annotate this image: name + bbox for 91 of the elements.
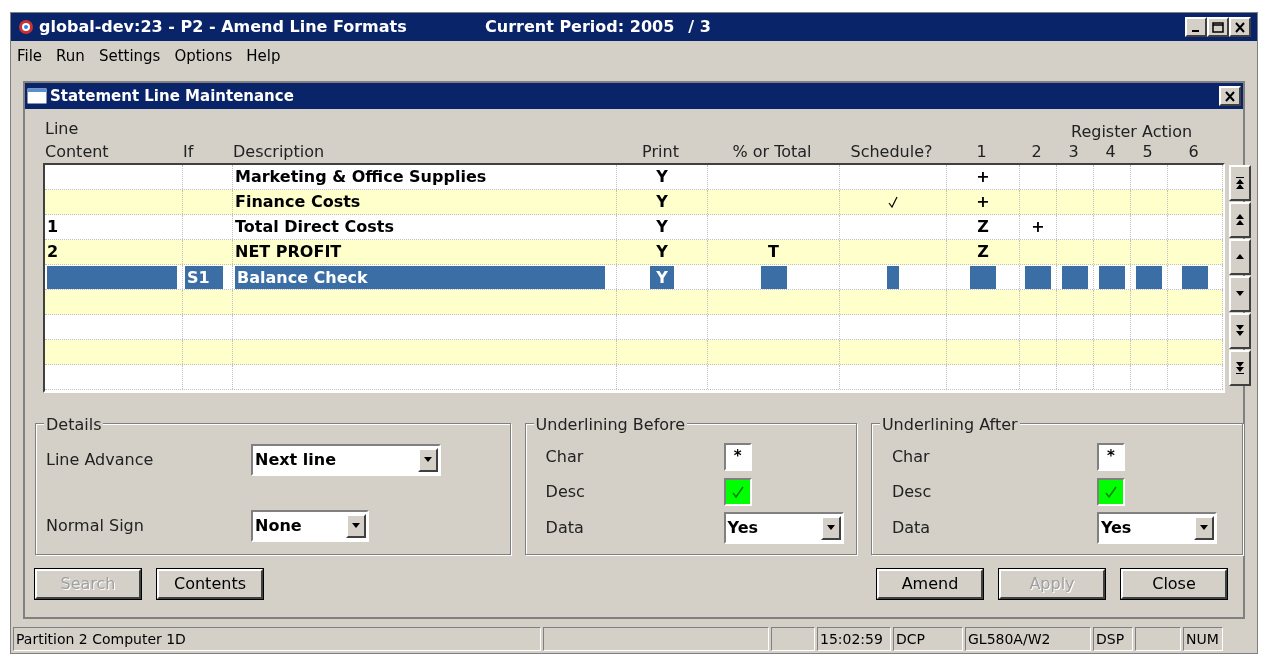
table-cell-text: Y: [656, 191, 668, 213]
menu-item[interactable]: Run: [56, 44, 85, 68]
column-header: 1: [976, 141, 987, 163]
table-cell-text: Total Direct Costs: [235, 216, 394, 238]
dialog-title: Statement Line Maintenance: [50, 85, 294, 107]
table-cell-text: T: [768, 241, 779, 263]
maximize-icon[interactable]: [1207, 17, 1229, 37]
column-header: Description: [233, 141, 325, 163]
dropdown-field[interactable]: Next line: [251, 444, 441, 476]
table-cell-text: 1: [47, 216, 59, 238]
dialog-button[interactable]: Close: [1121, 569, 1227, 599]
table-cell-text: Y: [656, 241, 668, 263]
char-field[interactable]: *: [723, 443, 752, 471]
table-cell: S1: [185, 265, 223, 289]
table-cell-text: +: [1031, 216, 1045, 238]
field-label: Data: [891, 517, 932, 539]
table-cell-text: Marketing & Office Supplies: [235, 166, 487, 188]
table-cell-text: Y: [656, 216, 668, 238]
window-icon: [27, 88, 47, 104]
column-group-header: Register Action: [1071, 121, 1193, 143]
field-label: Desc: [545, 481, 586, 503]
cell-highlight: [1182, 265, 1208, 289]
status-pane: [771, 627, 815, 651]
menu-item[interactable]: Help: [246, 44, 281, 68]
cell-highlight: [1062, 265, 1088, 289]
column-header: 5: [1142, 141, 1153, 163]
cell-highlight: [1025, 265, 1051, 289]
table-cell: Balance Check: [235, 265, 605, 289]
close-icon[interactable]: [1219, 86, 1241, 106]
scroll-down-icon[interactable]: [1229, 276, 1251, 312]
table-cell-text: +: [976, 166, 990, 188]
status-pane: DCP: [893, 627, 963, 651]
checkbox[interactable]: [1096, 478, 1125, 506]
field-label: Normal Sign: [46, 515, 145, 537]
dropdown-field[interactable]: None: [251, 510, 369, 542]
column-header: If: [183, 141, 194, 163]
status-pane: [1135, 627, 1181, 651]
menu-item[interactable]: Options: [174, 44, 233, 68]
table-cell-text: +: [976, 191, 990, 213]
column-header: 6: [1188, 141, 1199, 163]
column-header: 4: [1105, 141, 1116, 163]
close-icon[interactable]: [1229, 17, 1251, 37]
field-label: Char: [545, 446, 585, 468]
column-header: Line: [45, 118, 79, 140]
page-up-icon[interactable]: [1229, 202, 1251, 238]
dropdown-field[interactable]: Yes: [723, 512, 844, 544]
table-cell-text: 2: [47, 241, 59, 263]
menu-item[interactable]: Settings: [98, 44, 161, 68]
table-cell: Y: [650, 265, 674, 289]
status-pane: 15:02:59: [817, 627, 891, 651]
check-icon: [1103, 485, 1118, 499]
app-logo-icon: [17, 18, 35, 36]
minimize-icon[interactable]: [1185, 17, 1207, 37]
column-header: 3: [1068, 141, 1079, 163]
status-pane: NUM: [1183, 627, 1223, 651]
status-pane: GL580A/W2: [965, 627, 1091, 651]
status-pane: Partition 2 Computer 1D: [13, 627, 541, 651]
column-header: Content: [45, 141, 109, 163]
cell-highlight: [1099, 265, 1125, 289]
period-label: Current Period: 2005: [485, 16, 675, 38]
column-header: % or Total: [732, 141, 812, 163]
check-icon: [730, 485, 745, 499]
cell-highlight: [760, 265, 787, 289]
period-suffix: / 3: [688, 16, 711, 38]
window-title: global-dev:23 - P2 - Amend Line Formats: [39, 16, 408, 38]
table-cell-text: Y: [656, 166, 668, 188]
dialog-button[interactable]: Amend: [877, 569, 983, 599]
dialog-button[interactable]: Contents: [157, 569, 263, 599]
scroll-up-icon[interactable]: [1229, 239, 1251, 275]
field-label: Line Advance: [46, 449, 155, 471]
scroll-top-icon[interactable]: [1229, 165, 1251, 201]
cell-highlight: [970, 265, 996, 289]
page-down-icon[interactable]: [1229, 313, 1251, 349]
checkbox[interactable]: [723, 478, 752, 506]
table-cell-text: Finance Costs: [235, 191, 361, 213]
status-pane: DSP: [1093, 627, 1133, 651]
menu-item[interactable]: File: [17, 44, 43, 68]
dropdown-field[interactable]: Yes: [1096, 512, 1217, 544]
column-header: 2: [1031, 141, 1042, 163]
char-field[interactable]: *: [1096, 443, 1125, 471]
field-label: Desc: [891, 481, 933, 503]
cell-highlight: [1136, 265, 1162, 289]
field-label: Char: [891, 446, 931, 468]
field-label: Data: [545, 517, 585, 539]
column-header: Schedule?: [850, 141, 933, 163]
cell-highlight: [887, 265, 899, 289]
scroll-bottom-icon[interactable]: [1229, 350, 1251, 386]
table-cell-text: Z: [977, 241, 989, 263]
table-cell-text: Z: [977, 216, 989, 238]
table-cell-text: NET PROFIT: [235, 241, 342, 263]
column-header: Print: [642, 141, 679, 163]
